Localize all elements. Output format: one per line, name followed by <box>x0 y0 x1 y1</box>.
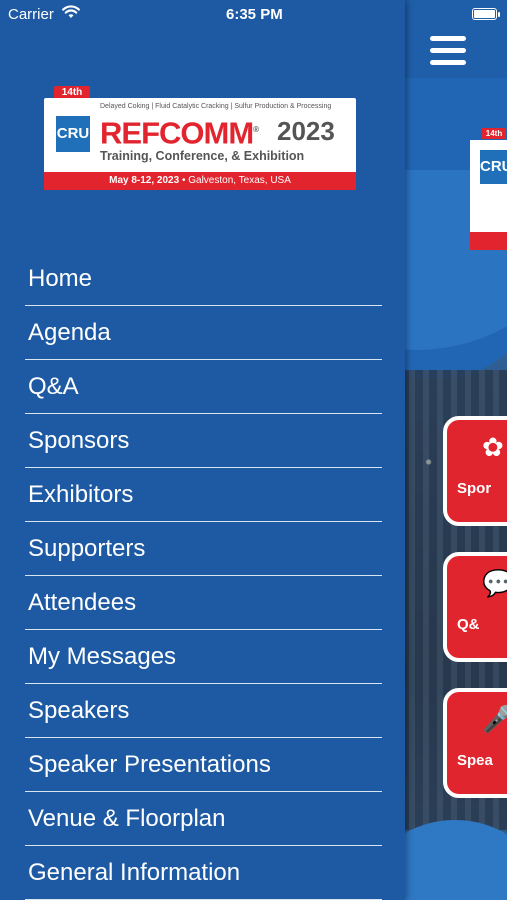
battery-icon <box>472 8 500 20</box>
menu-item-speakers[interactable]: Speakers <box>25 684 382 738</box>
decorative-wave <box>395 820 507 900</box>
status-bar: Carrier 6:35 PM <box>0 0 507 30</box>
navigation-drawer: 14th Delayed Coking | Fluid Catalytic Cr… <box>0 0 405 900</box>
logo-topline: Delayed Coking | Fluid Catalytic Crackin… <box>100 103 332 110</box>
menu-item-general-information[interactable]: General Information <box>25 846 382 900</box>
event-logo: 14th Delayed Coking | Fluid Catalytic Cr… <box>44 86 356 190</box>
ribbon-icon: ✿ <box>482 432 504 462</box>
cru-logo-mark: CRU <box>56 116 90 152</box>
chat-bubbles-icon: 💬 <box>482 568 507 598</box>
menu-item-venue-floorplan[interactable]: Venue & Floorplan <box>25 792 382 846</box>
menu-item-sponsors[interactable]: Sponsors <box>25 414 382 468</box>
logo-subtitle: Training, Conference, & Exhibition <box>100 149 305 163</box>
logo-name: REFCOMM® <box>100 115 259 151</box>
tile-label: Q& <box>457 616 480 633</box>
logo-year: 2023 <box>277 116 335 146</box>
drawer-menu: Home Agenda Q&A Sponsors Exhibitors Supp… <box>25 252 382 900</box>
tile-speakers[interactable]: 🎤 Spea <box>443 688 507 798</box>
wifi-icon <box>62 5 80 18</box>
menu-item-home[interactable]: Home <box>25 252 382 306</box>
menu-item-agenda[interactable]: Agenda <box>25 306 382 360</box>
logo-card: Delayed Coking | Fluid Catalytic Crackin… <box>44 98 356 190</box>
menu-item-my-messages[interactable]: My Messages <box>25 630 382 684</box>
logo-dates-location: May 8-12, 2023 • Galveston, Texas, USA <box>44 172 356 190</box>
menu-item-attendees[interactable]: Attendees <box>25 576 382 630</box>
cru-logo-mark: CRU <box>480 150 507 184</box>
event-logo-partial: 14th CRU <box>470 128 507 252</box>
hamburger-menu-icon[interactable] <box>430 36 466 68</box>
tile-label: Spea <box>457 752 493 769</box>
menu-item-supporters[interactable]: Supporters <box>25 522 382 576</box>
menu-item-exhibitors[interactable]: Exhibitors <box>25 468 382 522</box>
status-time: 6:35 PM <box>226 6 283 23</box>
menu-item-qa[interactable]: Q&A <box>25 360 382 414</box>
carrier-label: Carrier <box>8 6 54 23</box>
menu-item-speaker-presentations[interactable]: Speaker Presentations <box>25 738 382 792</box>
edition-badge: 14th <box>482 128 506 139</box>
main-screen-background: 14th CRU ✿ Spor 💬 Q& 🎤 Spea <box>395 0 507 900</box>
microphone-icon: 🎤 <box>482 704 507 734</box>
tile-sponsors[interactable]: ✿ Spor <box>443 416 507 526</box>
tile-qa[interactable]: 💬 Q& <box>443 552 507 662</box>
tile-label: Spor <box>457 480 492 497</box>
